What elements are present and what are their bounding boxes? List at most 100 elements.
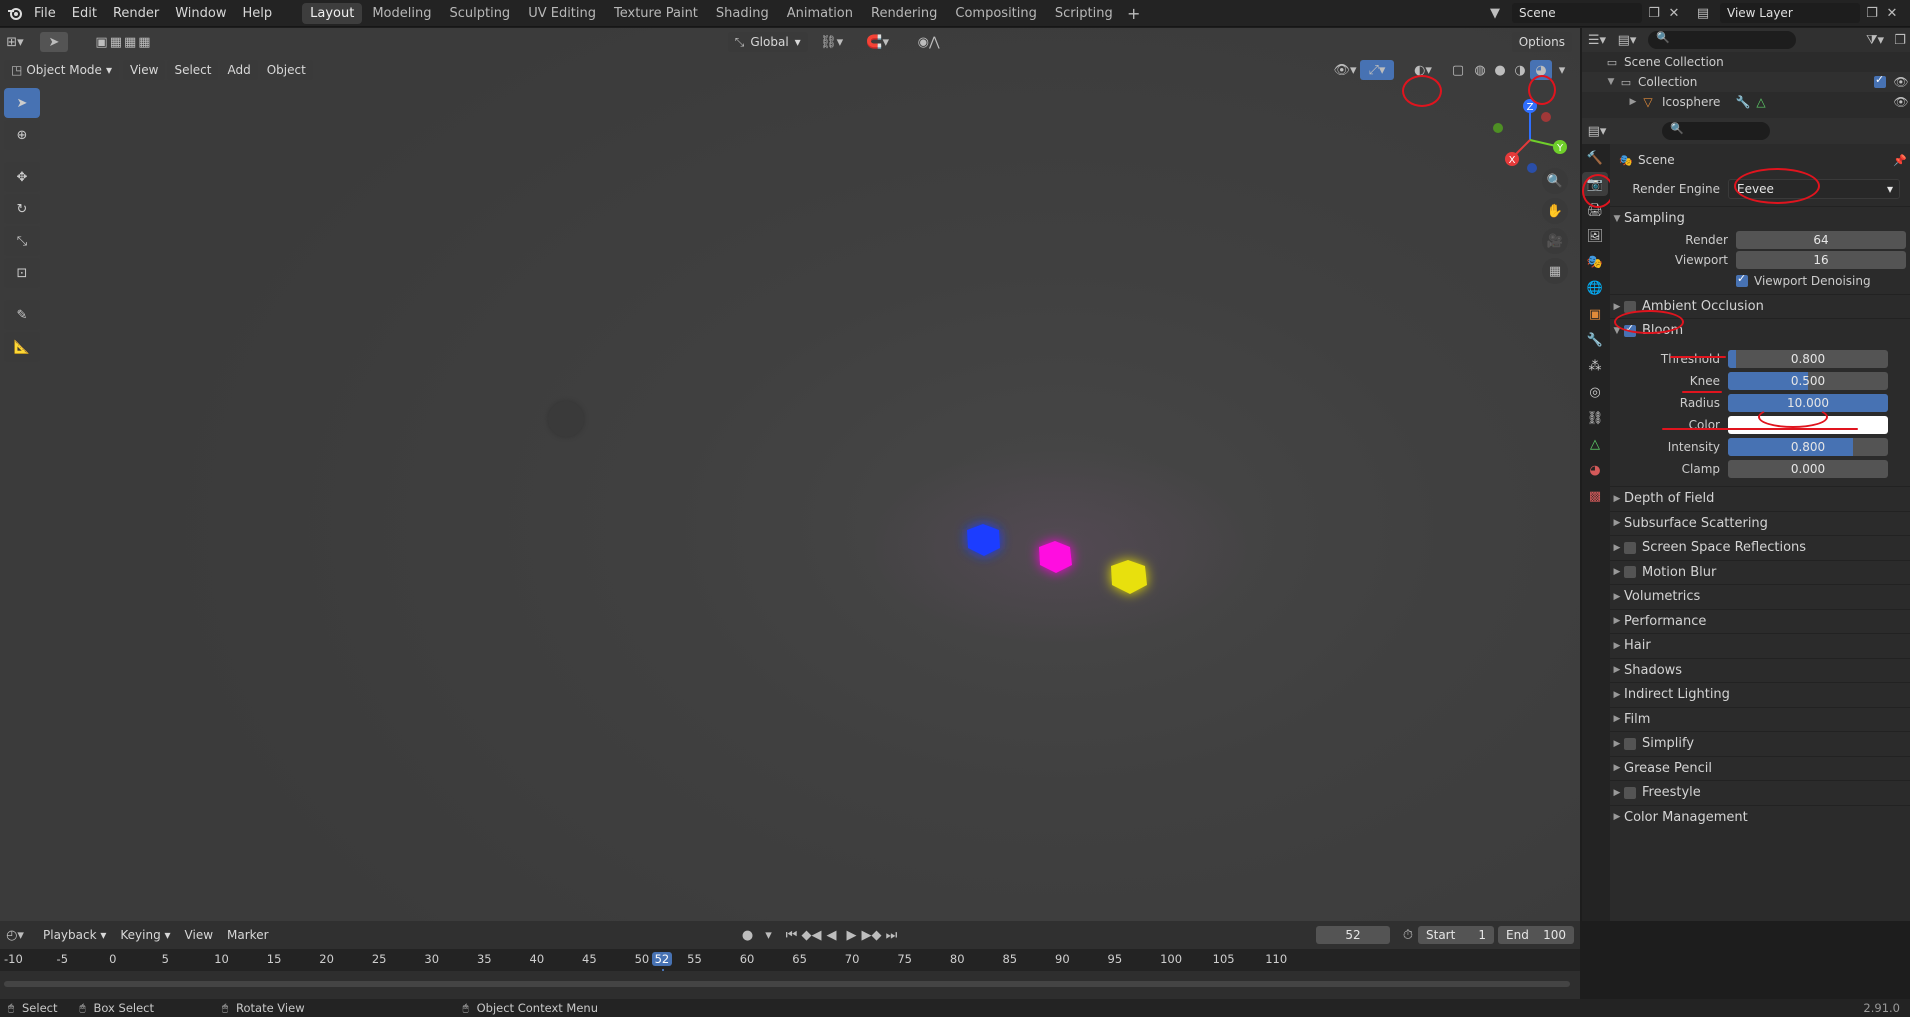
- light-gizmo[interactable]: [548, 401, 584, 437]
- timeline-marker-menu[interactable]: Marker: [220, 925, 275, 945]
- solid-shading-icon[interactable]: ●: [1490, 63, 1510, 78]
- workspace-tab-animation[interactable]: Animation: [779, 3, 861, 24]
- selection-mode-icons[interactable]: ▣▦▦▦: [74, 35, 174, 50]
- visibility-icon[interactable]: 👁▾: [1330, 63, 1360, 78]
- viewport-menu-object[interactable]: Object: [259, 60, 313, 80]
- menu-help[interactable]: Help: [235, 0, 281, 27]
- outliner-editor-icon[interactable]: ☰▾: [1582, 33, 1612, 48]
- timeline-editor-icon[interactable]: ◴▾: [0, 928, 30, 943]
- view-layer-close-icon[interactable]: ✕: [1884, 6, 1900, 21]
- measure-tool-icon[interactable]: 📐: [4, 332, 40, 362]
- outliner-search-field[interactable]: 🔍: [1648, 31, 1796, 49]
- view-layer-tab-icon[interactable]: 🖼: [1582, 224, 1608, 248]
- yellow-icosphere[interactable]: [1111, 560, 1147, 594]
- gizmo-neg-z[interactable]: [1527, 163, 1537, 173]
- panel-volumetrics[interactable]: ▶ Volumetrics: [1610, 584, 1910, 609]
- world-tab-icon[interactable]: 🌐: [1582, 276, 1608, 300]
- modifier-tab-icon[interactable]: 🔧: [1582, 328, 1608, 352]
- play-icon[interactable]: ▶: [842, 928, 862, 943]
- properties-editor-icon[interactable]: ▤▾: [1582, 124, 1612, 139]
- annotate-tool-icon[interactable]: ✎: [4, 300, 40, 330]
- jump-end-icon[interactable]: ⏭: [882, 928, 902, 943]
- viewport-denoising-checkbox[interactable]: [1736, 272, 1748, 287]
- object-tab-icon[interactable]: ▣: [1582, 302, 1608, 326]
- pivot-icon[interactable]: ⛓▾: [814, 35, 850, 50]
- expand-icosphere-icon[interactable]: ▶: [1626, 97, 1640, 107]
- display-mode-icon[interactable]: ▤▾: [1612, 33, 1642, 48]
- outliner-row-icosphere[interactable]: ▶ ▽ Icosphere 🔧 △ 👁: [1582, 92, 1910, 112]
- menu-render[interactable]: Render: [105, 0, 167, 27]
- workspace-tab-sculpting[interactable]: Sculpting: [441, 3, 518, 24]
- data-tab-icon[interactable]: △: [1582, 432, 1608, 456]
- panel-simplify[interactable]: ▶ Simplify: [1610, 731, 1910, 756]
- outliner-row-collection[interactable]: ▼ ▭ Collection 👁: [1582, 72, 1910, 92]
- panel-shadows[interactable]: ▶ Shadows: [1610, 657, 1910, 683]
- viewport-menu-view[interactable]: View: [122, 60, 166, 80]
- panel-film[interactable]: ▶ Film: [1610, 706, 1910, 732]
- xray-icon[interactable]: ▢: [1446, 63, 1470, 78]
- rotate-tool-icon[interactable]: ↻: [4, 194, 40, 224]
- workspace-tab-rendering[interactable]: Rendering: [863, 3, 945, 24]
- panel-subsurface-scattering[interactable]: ▶ Subsurface Scattering: [1610, 510, 1910, 536]
- workspace-tab-shading[interactable]: Shading: [708, 3, 777, 24]
- cursor-tool-icon[interactable]: ⊕: [4, 120, 40, 150]
- workspace-tab-uv-editing[interactable]: UV Editing: [520, 3, 604, 24]
- transform-orientation-dropdown[interactable]: ⤡ Global ▾: [727, 32, 808, 52]
- panel-checkbox[interactable]: [1624, 566, 1636, 579]
- workspace-tab-compositing[interactable]: Compositing: [947, 3, 1045, 24]
- collection-exclude-checkbox[interactable]: [1874, 73, 1886, 88]
- blender-logo-icon[interactable]: [4, 5, 26, 21]
- panel-grease-pencil[interactable]: ▶ Grease Pencil: [1610, 755, 1910, 781]
- expand-collection-icon[interactable]: ▼: [1604, 77, 1618, 87]
- start-frame-field[interactable]: Start 1: [1418, 926, 1494, 944]
- add-workspace-icon[interactable]: +: [1123, 4, 1145, 23]
- new-collection-icon[interactable]: ❐: [1890, 33, 1910, 48]
- bloom-clamp-slider[interactable]: 0.000: [1728, 460, 1888, 478]
- gizmo-neg-x[interactable]: [1541, 112, 1551, 122]
- scene-close-icon[interactable]: ✕: [1666, 6, 1682, 21]
- view-layer-icon[interactable]: ▤: [1690, 6, 1716, 21]
- record-options-icon[interactable]: ▾: [760, 928, 778, 943]
- options-dropdown[interactable]: Options: [1511, 32, 1572, 52]
- jump-start-icon[interactable]: ⏮: [782, 928, 802, 943]
- panel-checkbox[interactable]: [1624, 737, 1636, 750]
- workspace-tab-texture-paint[interactable]: Texture Paint: [606, 3, 706, 24]
- transform-tool-icon[interactable]: ⊡: [4, 258, 40, 288]
- preview-range-icon[interactable]: ⏱: [1398, 928, 1418, 943]
- workspace-tab-layout[interactable]: Layout: [302, 2, 363, 24]
- material-shading-icon[interactable]: ◑: [1510, 63, 1530, 78]
- proportional-edit-icon[interactable]: ◉⋀: [906, 35, 952, 50]
- panel-checkbox[interactable]: [1624, 541, 1636, 554]
- select-tool-icon[interactable]: ➤: [40, 32, 68, 52]
- timeline-track[interactable]: [0, 971, 1580, 999]
- wireframe-shading-icon[interactable]: ◍: [1470, 63, 1490, 78]
- view-layer-new-icon[interactable]: ❐: [1864, 6, 1880, 21]
- scene-name-field[interactable]: Scene: [1512, 3, 1642, 23]
- play-reverse-icon[interactable]: ◀: [822, 928, 842, 943]
- timeline-playback-dropdown[interactable]: Playback ▾: [36, 925, 113, 945]
- record-icon[interactable]: ●: [736, 928, 760, 943]
- pin-icon[interactable]: 📌: [1890, 154, 1910, 167]
- gizmo-neg-y[interactable]: [1493, 123, 1503, 133]
- editor-type-icon[interactable]: ⊞▾: [0, 35, 30, 50]
- blue-icosphere[interactable]: [967, 524, 1000, 556]
- scene-icon[interactable]: ▼: [1482, 6, 1508, 21]
- playhead-frame-label[interactable]: 52: [651, 952, 673, 966]
- snap-icon[interactable]: 🧲▾: [850, 35, 906, 50]
- texture-tab-icon[interactable]: ▩: [1582, 484, 1608, 508]
- properties-search-field[interactable]: 🔍: [1662, 122, 1770, 140]
- workspace-tab-scripting[interactable]: Scripting: [1047, 3, 1121, 24]
- magenta-icosphere[interactable]: [1039, 541, 1072, 573]
- scene-tab-icon[interactable]: 🎭: [1582, 250, 1608, 274]
- select-box-tool-icon[interactable]: ➤: [4, 88, 40, 118]
- bloom-threshold-slider[interactable]: 0.800: [1728, 350, 1888, 368]
- panel-indirect-lighting[interactable]: ▶ Indirect Lighting: [1610, 682, 1910, 707]
- camera-view-icon[interactable]: 🎥: [1542, 228, 1568, 254]
- prev-keyframe-icon[interactable]: ◆◀: [802, 928, 822, 943]
- panel-screen-space-reflections[interactable]: ▶ Screen Space Reflections: [1610, 535, 1910, 560]
- sampling-panel-header[interactable]: ▼ Sampling: [1610, 206, 1910, 230]
- sampling-viewport-field[interactable]: 16: [1736, 251, 1906, 269]
- scene-new-icon[interactable]: ❐: [1646, 6, 1662, 21]
- end-frame-field[interactable]: End 100: [1498, 926, 1574, 944]
- menu-edit[interactable]: Edit: [64, 0, 105, 27]
